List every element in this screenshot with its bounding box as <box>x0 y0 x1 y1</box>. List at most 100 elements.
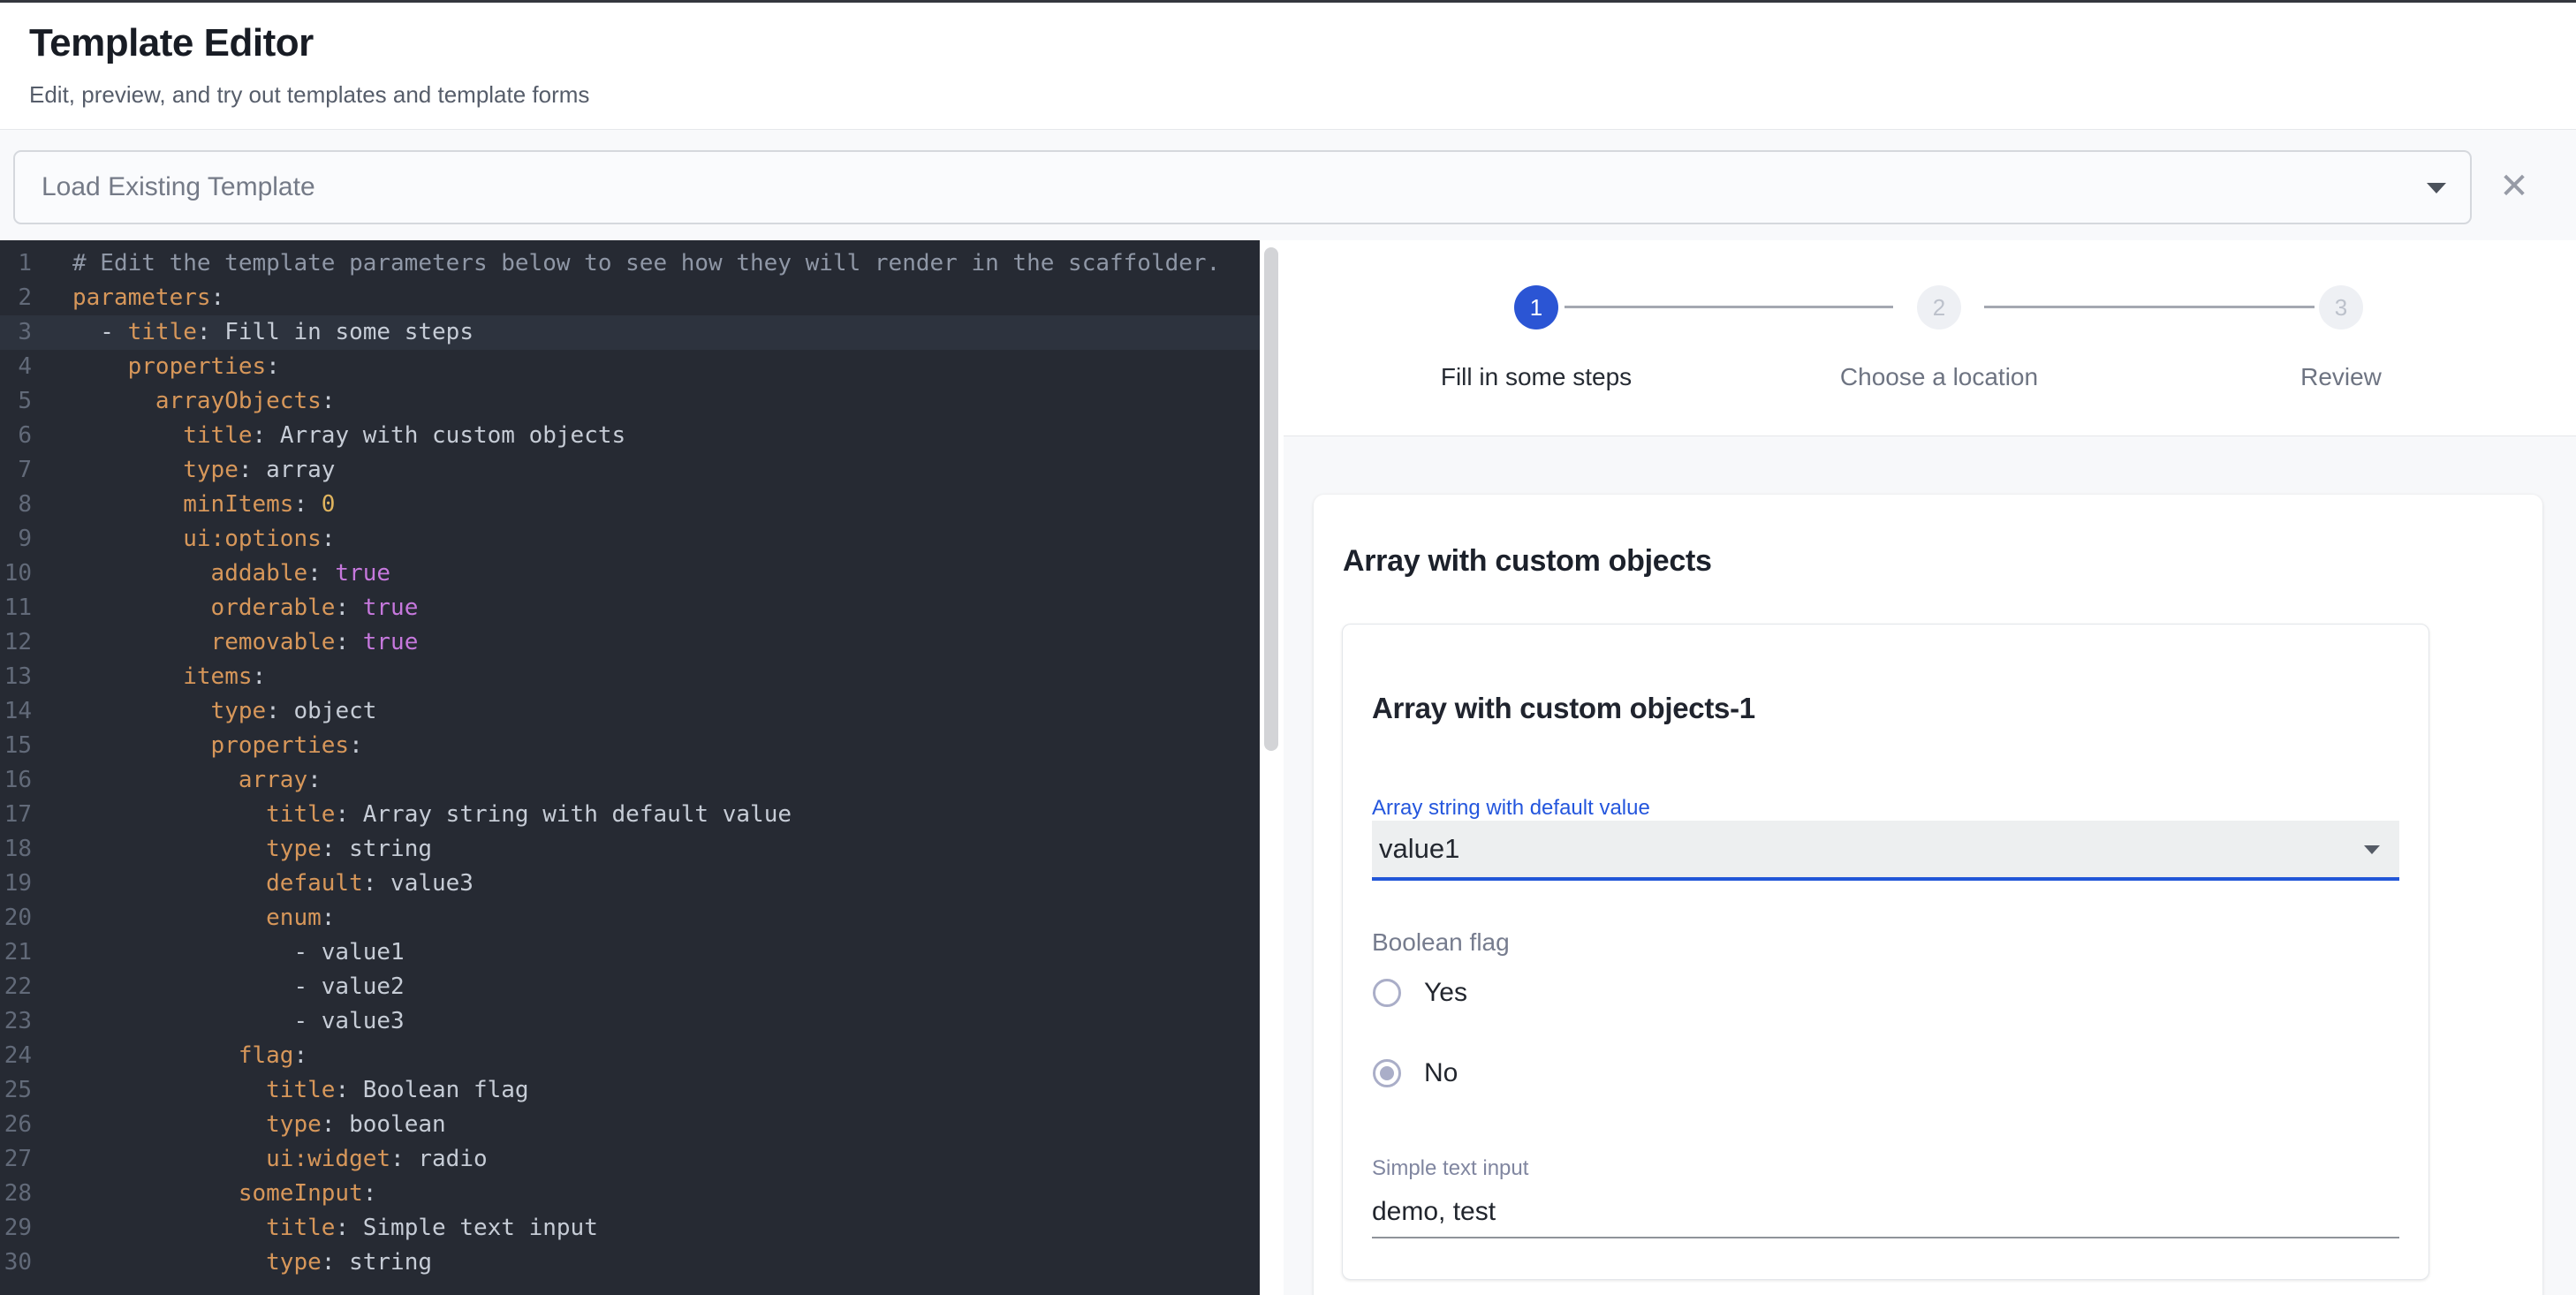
remove-array-item-button[interactable] <box>2464 943 2510 989</box>
editor-line: 24 flag: <box>0 1039 1260 1073</box>
code-text: enum: <box>32 901 335 935</box>
code-text: title: Simple text input <box>32 1211 598 1246</box>
line-number: 19 <box>0 867 32 901</box>
code-text: type: string <box>32 832 432 867</box>
radio-option-no[interactable]: No <box>1373 1054 1458 1093</box>
code-text: - value2 <box>32 970 405 1004</box>
line-number: 30 <box>0 1246 32 1280</box>
editor-line: 22 - value2 <box>0 970 1260 1004</box>
editor-line: 11 orderable: true <box>0 591 1260 625</box>
line-number: 23 <box>0 1004 32 1039</box>
editor-line: 10 addable: true <box>0 557 1260 591</box>
text-field-label: Simple text input <box>1372 1156 1528 1181</box>
simple-text-input[interactable]: demo, test <box>1372 1197 1496 1227</box>
form-preview-area: Array with custom objects Array with cus… <box>1284 436 2576 1295</box>
code-text: orderable: true <box>32 591 418 625</box>
editor-line: 13 items: <box>0 660 1260 694</box>
line-number: 8 <box>0 488 32 522</box>
editor-line: 4 properties: <box>0 350 1260 384</box>
editor-line: 25 title: Boolean flag <box>0 1073 1260 1108</box>
line-number: 14 <box>0 694 32 729</box>
text-field-underline <box>1372 1237 2399 1238</box>
editor-line: 7 type: array <box>0 453 1260 488</box>
load-existing-template-select[interactable]: Load Existing Template <box>13 150 2472 224</box>
radio-dot <box>1380 1066 1394 1080</box>
yaml-code-editor[interactable]: 1# Edit the template parameters below to… <box>0 240 1260 1295</box>
editor-line: 6 title: Array with custom objects <box>0 419 1260 453</box>
kebab-menu-icon[interactable] <box>2492 36 2534 100</box>
editor-line: 20 enum: <box>0 901 1260 935</box>
editor-line: 8 minItems: 0 <box>0 488 1260 522</box>
wizard-stepper: 1Fill in some steps2Choose a location3Re… <box>1284 240 2576 435</box>
line-number: 13 <box>0 660 32 694</box>
radio-checked-icon <box>1373 1059 1401 1087</box>
code-text: properties: <box>32 350 280 384</box>
code-text: items: <box>32 660 266 694</box>
line-number: 6 <box>0 419 32 453</box>
stepper-connector <box>1565 306 1893 308</box>
code-text: type: array <box>32 453 335 488</box>
line-number: 2 <box>0 281 32 315</box>
page-title: Template Editor <box>29 20 314 66</box>
code-text: type: object <box>32 694 376 729</box>
stepper-connector <box>1984 306 2315 308</box>
code-text: title: Array string with default value <box>32 798 792 832</box>
template-editor-page: { "header": { "title": "Template Editor"… <box>0 0 2576 1295</box>
editor-line: 21 - value1 <box>0 935 1260 970</box>
line-number: 12 <box>0 625 32 660</box>
radio-group-label: Boolean flag <box>1372 928 1510 957</box>
array-item-title: Array with custom objects-1 <box>1372 692 1755 725</box>
line-number: 16 <box>0 763 32 798</box>
line-number: 27 <box>0 1142 32 1177</box>
editor-scrollbar-thumb[interactable] <box>1264 247 1278 751</box>
code-text: flag: <box>32 1039 307 1073</box>
editor-line: 2parameters: <box>0 281 1260 315</box>
line-number: 9 <box>0 522 32 557</box>
editor-line: 27 ui:widget: radio <box>0 1142 1260 1177</box>
code-text: - value1 <box>32 935 405 970</box>
editor-line: 26 type: boolean <box>0 1108 1260 1142</box>
editor-line: 29 title: Simple text input <box>0 1211 1260 1246</box>
editor-line: 1# Edit the template parameters below to… <box>0 246 1260 281</box>
line-number: 25 <box>0 1073 32 1108</box>
line-number: 29 <box>0 1211 32 1246</box>
editor-scrollbar-track[interactable] <box>1260 240 1284 1295</box>
code-text: ui:options: <box>32 522 335 557</box>
editor-line: 17 title: Array string with default valu… <box>0 798 1260 832</box>
code-text: array: <box>32 763 322 798</box>
line-number: 4 <box>0 350 32 384</box>
editor-line: 28 someInput: <box>0 1177 1260 1211</box>
code-text: minItems: 0 <box>32 488 335 522</box>
code-text: type: boolean <box>32 1108 446 1142</box>
step-label-2: Choose a location <box>1840 363 2038 391</box>
code-text: properties: <box>32 729 363 763</box>
line-number: 11 <box>0 591 32 625</box>
page-header: Template Editor Edit, preview, and try o… <box>0 3 2576 129</box>
select-field-label: Array string with default value <box>1372 796 1650 821</box>
page-subtitle: Edit, preview, and try out templates and… <box>29 82 589 107</box>
code-text: # Edit the template parameters below to … <box>32 246 1220 281</box>
code-text: someInput: <box>32 1177 376 1211</box>
radio-option-yes[interactable]: Yes <box>1373 973 1467 1012</box>
line-number: 7 <box>0 453 32 488</box>
array-string-select[interactable]: value1 <box>1372 821 2399 881</box>
editor-line: 30 type: string <box>0 1246 1260 1280</box>
load-select-placeholder: Load Existing Template <box>42 152 315 223</box>
line-number: 3 <box>0 315 32 350</box>
close-icon[interactable]: ✕ <box>2486 158 2542 215</box>
line-number: 22 <box>0 970 32 1004</box>
code-text: default: value3 <box>32 867 474 901</box>
template-preview-panel: 1Fill in some steps2Choose a location3Re… <box>1284 240 2576 1295</box>
editor-line: 9 ui:options: <box>0 522 1260 557</box>
select-field-value: value1 <box>1379 821 1459 877</box>
select-caret-icon <box>2364 845 2380 854</box>
editor-line: 19 default: value3 <box>0 867 1260 901</box>
step-form-card: Array with custom objects Array with cus… <box>1314 495 2542 1295</box>
line-number: 5 <box>0 384 32 419</box>
step-label-3: Review <box>2300 363 2382 391</box>
line-number: 26 <box>0 1108 32 1142</box>
editor-line: 23 - value3 <box>0 1004 1260 1039</box>
line-number: 18 <box>0 832 32 867</box>
line-number: 17 <box>0 798 32 832</box>
step-circle-1: 1 <box>1514 285 1558 329</box>
